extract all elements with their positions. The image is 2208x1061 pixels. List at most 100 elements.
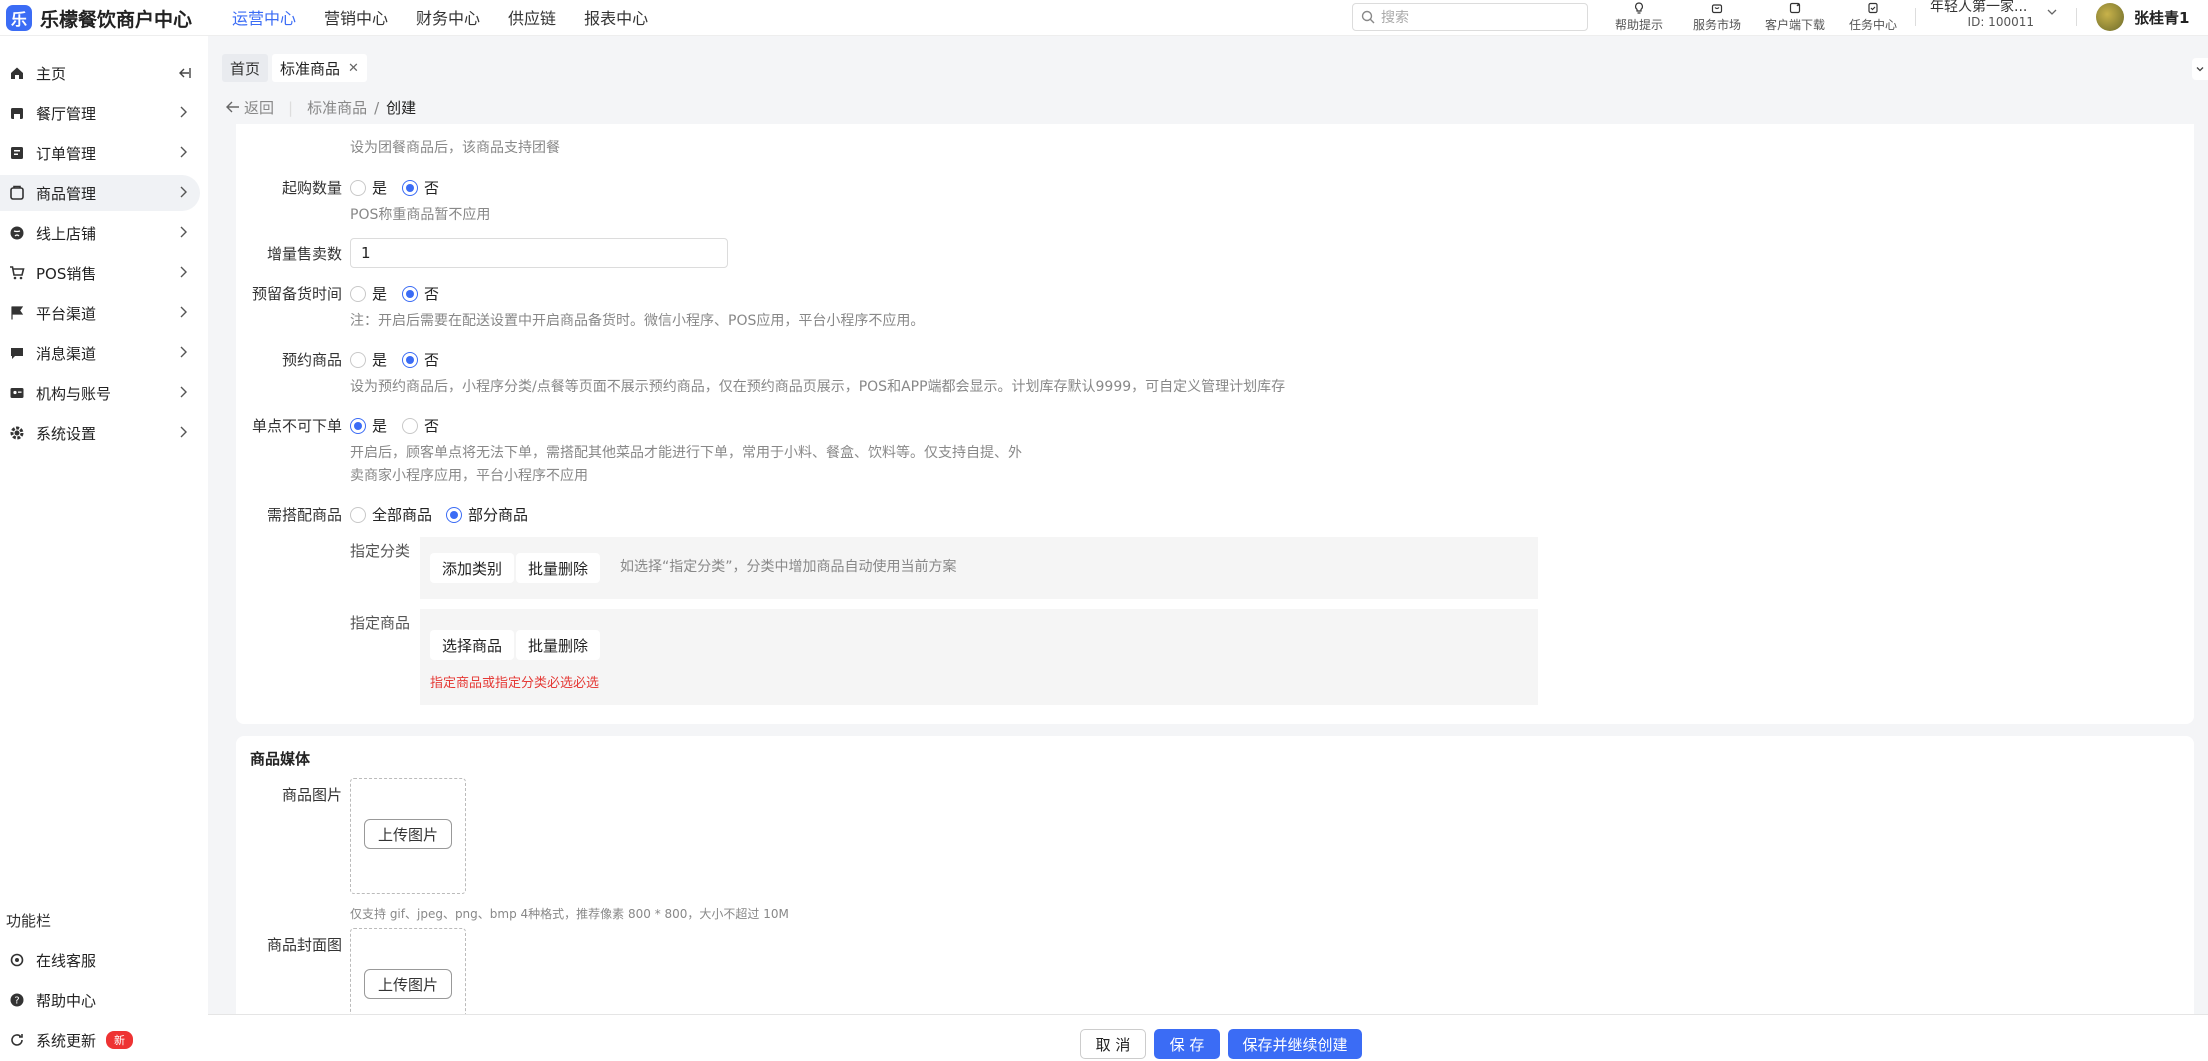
sidebar-item-online-store[interactable]: 线上店铺	[0, 215, 200, 251]
select-product-button[interactable]: 选择商品	[430, 630, 515, 660]
sidebar-item-label: 消息渠道	[36, 344, 97, 363]
sidebar-item-online-support[interactable]: 在线客服	[0, 942, 200, 978]
app-logo[interactable]: 乐 乐檬餐饮商户中心	[6, 4, 192, 32]
client-download-label: 客户端下载	[1764, 18, 1825, 32]
product-icon	[8, 184, 26, 202]
task-center-button[interactable]: 任务中心	[1834, 0, 1912, 34]
footer-action-bar: 取 消 保 存 保存并继续创建	[208, 1014, 2208, 1061]
tab-standard-product[interactable]: 标准商品 ✕	[272, 54, 367, 82]
pairing-part-radio[interactable]: 部分商品	[446, 504, 528, 525]
sidebar-item-home[interactable]: 主页	[0, 55, 200, 91]
sidebar-item-pos-sales[interactable]: POS销售	[0, 255, 200, 291]
avatar[interactable]	[2096, 3, 2124, 31]
pairing-all-radio[interactable]: 全部商品	[350, 504, 432, 525]
nav-operations[interactable]: 运营中心	[232, 5, 296, 29]
increment-input[interactable]: 1	[350, 238, 728, 268]
logo-icon: 乐	[6, 5, 32, 31]
lightbulb-icon	[1600, 2, 1678, 16]
stock-time-label: 预留备货时间	[251, 285, 342, 303]
chevron-right-icon	[176, 305, 190, 323]
nav-marketing[interactable]: 营销中心	[324, 5, 388, 29]
product-label: 指定商品	[350, 614, 411, 632]
divider	[2076, 8, 2077, 26]
chevron-right-icon	[176, 425, 190, 443]
save-and-continue-button[interactable]: 保存并继续创建	[1228, 1029, 1362, 1059]
batch-delete-category-button[interactable]: 批量删除	[516, 553, 601, 583]
reserve-yes-radio[interactable]: 是	[350, 349, 387, 370]
increment-label: 增量售卖数	[266, 245, 342, 263]
sidebar-item-org-accounts[interactable]: 机构与账号	[0, 375, 200, 411]
id-card-icon	[8, 384, 26, 402]
chevron-right-icon	[176, 265, 190, 283]
store-icon	[1678, 2, 1756, 16]
nav-reports[interactable]: 报表中心	[584, 5, 648, 29]
new-badge: 新	[106, 1031, 134, 1049]
radio-circle	[402, 417, 418, 434]
client-download-button[interactable]: 客户端下载	[1756, 0, 1834, 34]
breadcrumb-current: 创建	[386, 99, 417, 117]
min-qty-yes-radio[interactable]: 是	[350, 177, 387, 198]
min-qty-no-radio[interactable]: 否	[402, 177, 439, 198]
sidebar-item-message-channels[interactable]: 消息渠道	[0, 335, 200, 371]
back-link[interactable]: 返回	[244, 97, 274, 118]
search-input[interactable]: 搜索	[1352, 3, 1588, 31]
sidebar-item-platform-channels[interactable]: 平台渠道	[0, 295, 200, 331]
stock-time-no-radio[interactable]: 否	[402, 283, 439, 304]
chevron-down-icon[interactable]	[2192, 58, 2208, 80]
radio-circle	[402, 285, 418, 302]
service-market-button[interactable]: 服务市场	[1678, 0, 1756, 34]
single-order-yes-radio[interactable]: 是	[350, 415, 387, 436]
task-center-label: 任务中心	[1848, 18, 1897, 32]
sidebar-item-help-center[interactable]: ? 帮助中心	[0, 982, 200, 1018]
breadcrumb-parent[interactable]: 标准商品	[307, 97, 367, 118]
message-icon	[8, 344, 26, 362]
back-arrow-icon[interactable]	[226, 99, 240, 117]
chevron-right-icon	[176, 345, 190, 363]
store-switcher[interactable]: 年轻人第一家... ID: 100011	[1930, 0, 2042, 30]
radio-circle	[350, 351, 366, 368]
upload-image-button[interactable]: 上传图片	[364, 819, 452, 849]
globe-icon	[8, 224, 26, 242]
reserve-no-radio[interactable]: 否	[402, 349, 439, 370]
save-button[interactable]: 保 存	[1154, 1029, 1220, 1059]
store-name: 年轻人第一家...	[1930, 0, 2028, 15]
sidebar-item-system-update[interactable]: 系统更新 新	[0, 1022, 200, 1058]
close-icon[interactable]: ✕	[348, 61, 359, 76]
sidebar-item-products[interactable]: 商品管理	[0, 175, 200, 211]
min-qty-label: 起购数量	[281, 179, 342, 197]
tab-home[interactable]: 首页	[222, 54, 269, 82]
sidebar-item-system-settings[interactable]: 系统设置	[0, 415, 200, 451]
media-card: 商品媒体 商品图片 上传图片 仅支持 gif、jpeg、png、bmp 4种格式…	[236, 736, 2194, 1044]
service-market-label: 服务市场	[1692, 18, 1741, 32]
radio-circle	[350, 417, 366, 434]
stock-time-yes-radio[interactable]: 是	[350, 283, 387, 304]
sidebar-item-label: POS销售	[36, 264, 97, 283]
breadcrumb: 返回 | 标准商品 / 创建	[226, 97, 416, 118]
radio-circle	[402, 351, 418, 368]
batch-delete-product-button[interactable]: 批量删除	[516, 630, 601, 660]
add-category-button[interactable]: 添加类别	[430, 553, 515, 583]
image-upload-area[interactable]: 上传图片	[350, 778, 466, 894]
nav-supply-chain[interactable]: 供应链	[508, 5, 556, 29]
help-tips-button[interactable]: 帮助提示	[1600, 0, 1678, 34]
sidebar-item-restaurant[interactable]: 餐厅管理	[0, 95, 200, 131]
sidebar-item-label: 主页	[36, 64, 67, 83]
single-order-no-radio[interactable]: 否	[402, 415, 439, 436]
chevron-down-icon[interactable]	[2046, 6, 2058, 21]
sidebar-item-orders[interactable]: 订单管理	[0, 135, 200, 171]
nav-finance[interactable]: 财务中心	[416, 5, 480, 29]
flag-icon	[8, 304, 26, 322]
chevron-right-icon	[176, 225, 190, 243]
radio-label: 部分商品	[468, 506, 529, 524]
upload-cover-button[interactable]: 上传图片	[364, 969, 452, 999]
product-form-card: 设为团餐商品后，该商品支持团餐 起购数量 是 否 POS称重商品暂不应用 增量售…	[236, 124, 2194, 724]
min-qty-hint: POS称重商品暂不应用	[350, 207, 491, 223]
radio-label: 是	[372, 417, 388, 435]
radio-circle	[350, 506, 366, 523]
user-name[interactable]: 张桂青1	[2134, 7, 2189, 28]
radio-label: 否	[424, 285, 440, 303]
collapse-sidebar-icon[interactable]	[176, 65, 192, 85]
cancel-button[interactable]: 取 消	[1080, 1029, 1146, 1059]
help-tips-label: 帮助提示	[1614, 18, 1663, 32]
radio-label: 是	[372, 179, 388, 197]
